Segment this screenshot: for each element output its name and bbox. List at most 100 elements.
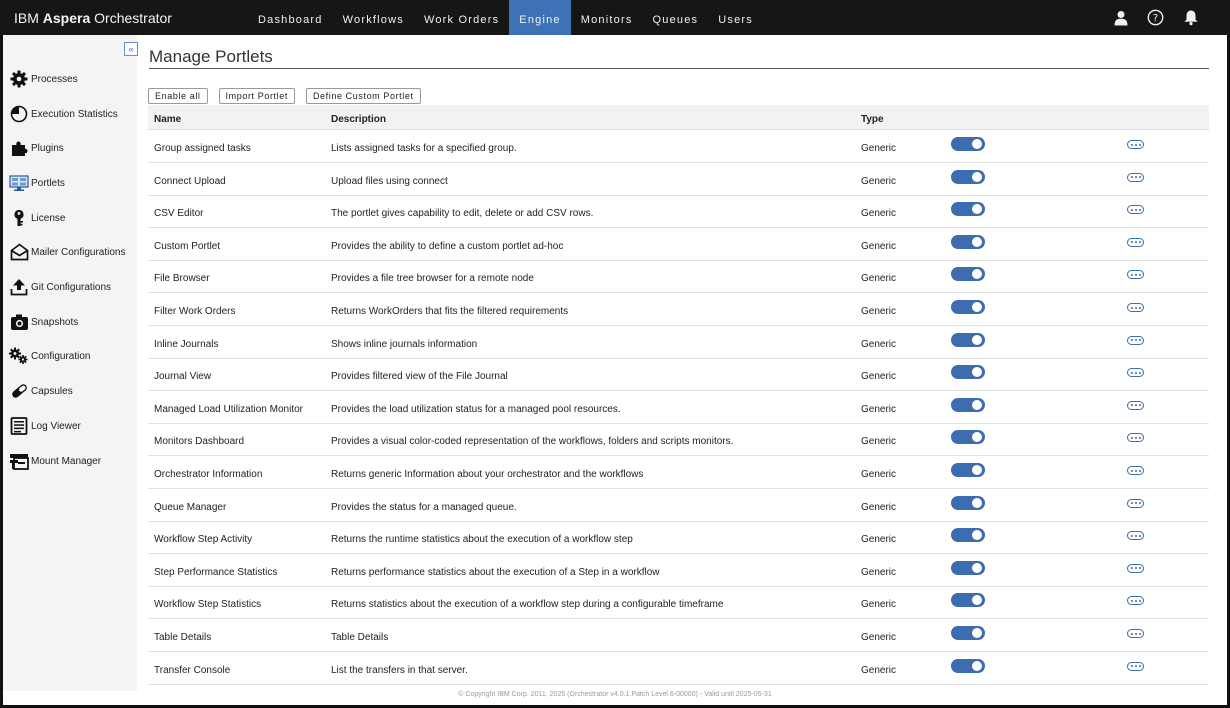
more-options-icon[interactable] bbox=[1127, 172, 1144, 182]
sidebar-item-label: Plugins bbox=[31, 142, 64, 154]
column-header-description[interactable]: Description bbox=[331, 114, 386, 125]
sidebar-item-portlets[interactable]: Portlets bbox=[9, 172, 65, 194]
sidebar-item-capsules[interactable]: Capsules bbox=[9, 380, 73, 402]
more-options-icon[interactable] bbox=[1127, 596, 1144, 606]
portlet-type: Generic bbox=[861, 175, 897, 187]
user-icon[interactable] bbox=[1111, 8, 1130, 27]
collapse-sidebar-button[interactable]: « bbox=[124, 42, 138, 56]
enable-toggle[interactable] bbox=[951, 658, 985, 673]
enable-toggle[interactable] bbox=[951, 463, 985, 477]
enable-toggle[interactable] bbox=[951, 397, 985, 412]
table-row: Custom Portlet Provides the ability to de… bbox=[148, 229, 1209, 261]
nav-monitors[interactable]: Monitors bbox=[571, 0, 643, 35]
enable-toggle[interactable] bbox=[951, 626, 985, 640]
more-options-icon[interactable] bbox=[1127, 237, 1144, 247]
sidebar-item-execution-statistics[interactable]: Execution Statistics bbox=[9, 103, 118, 125]
nav-workflows[interactable]: Workflows bbox=[333, 0, 414, 35]
nav-work-orders[interactable]: Work Orders bbox=[414, 0, 509, 35]
sidebar-item-log-viewer[interactable]: Log Viewer bbox=[9, 415, 81, 437]
enable-toggle[interactable] bbox=[951, 332, 985, 347]
more-options-icon[interactable] bbox=[1127, 563, 1144, 573]
more-options-icon[interactable] bbox=[1127, 335, 1144, 345]
portlet-description: Provides the ability to define a custom … bbox=[331, 240, 564, 252]
sidebar-item-mailer-configurations[interactable]: Mailer Configurations bbox=[9, 241, 126, 263]
sidebar-item-processes[interactable]: Processes bbox=[9, 68, 78, 90]
portlet-name: Orchestrator Information bbox=[154, 469, 263, 480]
portlet-type: Generic bbox=[861, 599, 897, 611]
copyright-footer: © Copyright IBM Corp. 2011, 2025 (Orches… bbox=[458, 691, 772, 698]
sidebar-item-label: Capsules bbox=[31, 385, 73, 397]
table-row: Filter Work Orders Returns WorkOrders tha… bbox=[148, 294, 1209, 326]
page-title: Manage Portlets bbox=[149, 47, 273, 66]
enable-toggle[interactable] bbox=[951, 300, 985, 314]
toggle-knob bbox=[972, 139, 982, 149]
gears-icon bbox=[9, 346, 29, 366]
help-icon[interactable]: ? bbox=[1146, 8, 1165, 27]
portlet-name: Transfer Console bbox=[154, 664, 231, 676]
define-custom-portlet-button[interactable]: Define Custom Portlet bbox=[305, 88, 421, 104]
enable-toggle[interactable] bbox=[951, 137, 985, 151]
more-options-icon[interactable] bbox=[1127, 270, 1144, 280]
more-options-icon[interactable] bbox=[1127, 466, 1144, 475]
more-options-icon[interactable] bbox=[1127, 400, 1144, 410]
enable-toggle[interactable] bbox=[951, 528, 985, 543]
enable-toggle[interactable] bbox=[951, 234, 985, 249]
more-options-icon[interactable] bbox=[1127, 629, 1144, 638]
enable-toggle[interactable] bbox=[951, 202, 985, 217]
key-icon bbox=[9, 208, 29, 228]
import-portlet-button[interactable]: Import Portlet bbox=[218, 88, 295, 104]
sidebar-item-license[interactable]: License bbox=[9, 207, 65, 229]
enable-toggle[interactable] bbox=[951, 560, 985, 575]
column-header-name[interactable]: Name bbox=[154, 114, 181, 125]
pie-chart-icon bbox=[9, 104, 29, 124]
table-row: Queue Manager Provides the status for a m… bbox=[148, 490, 1209, 522]
top-navigation-bar: IBM Aspera Orchestrator Dashboard Workfl… bbox=[0, 0, 1230, 35]
more-options-icon[interactable] bbox=[1127, 531, 1144, 541]
sidebar: « Processes Execution Statistics Plugins… bbox=[3, 35, 138, 691]
sidebar-item-configuration[interactable]: Configuration bbox=[9, 345, 90, 367]
enable-toggle[interactable] bbox=[951, 593, 985, 608]
portlet-name: Table Details bbox=[154, 632, 212, 643]
sidebar-item-label: Mailer Configurations bbox=[31, 246, 126, 258]
portlet-description: Lists assigned tasks for a specified gro… bbox=[331, 143, 517, 154]
nav-queues[interactable]: Queues bbox=[643, 0, 709, 35]
portlet-description: Returns generic Information about your o… bbox=[331, 469, 644, 480]
sidebar-item-snapshots[interactable]: Snapshots bbox=[9, 311, 78, 333]
enable-toggle[interactable] bbox=[951, 267, 985, 282]
table-row: Workflow Step Activity Returns the runtim… bbox=[148, 522, 1209, 555]
portlet-description: Returns performance statistics about the… bbox=[331, 566, 660, 578]
sidebar-item-mount-manager[interactable]: Mount Manager bbox=[9, 450, 101, 472]
enable-toggle[interactable] bbox=[951, 169, 985, 184]
more-options-icon[interactable] bbox=[1127, 205, 1144, 215]
sidebar-item-label: License bbox=[31, 212, 66, 224]
column-header-type[interactable]: Type bbox=[861, 114, 884, 125]
more-options-icon[interactable] bbox=[1127, 368, 1144, 378]
enable-toggle[interactable] bbox=[951, 365, 985, 380]
more-options-icon[interactable] bbox=[1127, 303, 1144, 312]
nav-dashboard[interactable]: Dashboard bbox=[248, 0, 333, 35]
enable-all-button[interactable]: Enable all bbox=[148, 88, 208, 104]
portlet-description: The portlet gives capability to edit, de… bbox=[331, 208, 594, 220]
sidebar-item-git-configurations[interactable]: Git Configurations bbox=[9, 276, 111, 298]
document-icon bbox=[9, 416, 29, 436]
nav-engine[interactable]: Engine bbox=[509, 0, 571, 35]
main-nav: Dashboard Workflows Work Orders Engine M… bbox=[248, 0, 763, 35]
more-options-icon[interactable] bbox=[1127, 140, 1144, 149]
more-options-icon[interactable] bbox=[1127, 498, 1144, 508]
portlet-name: Journal View bbox=[154, 371, 212, 383]
more-options-icon[interactable] bbox=[1127, 433, 1144, 443]
table-row: Transfer Console List the transfers in th… bbox=[148, 653, 1209, 685]
brand-logo[interactable]: IBM Aspera Orchestrator bbox=[14, 0, 172, 35]
sidebar-item-label: Log Viewer bbox=[31, 420, 81, 432]
svg-text:?: ? bbox=[1153, 13, 1158, 24]
portlet-type: Generic bbox=[861, 566, 897, 578]
more-options-icon[interactable] bbox=[1127, 661, 1144, 671]
enable-toggle[interactable] bbox=[951, 495, 985, 510]
enable-toggle[interactable] bbox=[951, 430, 985, 445]
sidebar-item-plugins[interactable]: Plugins bbox=[9, 137, 64, 159]
nav-users[interactable]: Users bbox=[708, 0, 763, 35]
portlet-description: Returns statistics about the execution o… bbox=[331, 599, 724, 611]
header-icons: ? bbox=[1111, 0, 1200, 35]
bell-icon[interactable] bbox=[1181, 8, 1200, 27]
table-row: Inline Journals Shows inline journals inf… bbox=[148, 327, 1209, 359]
